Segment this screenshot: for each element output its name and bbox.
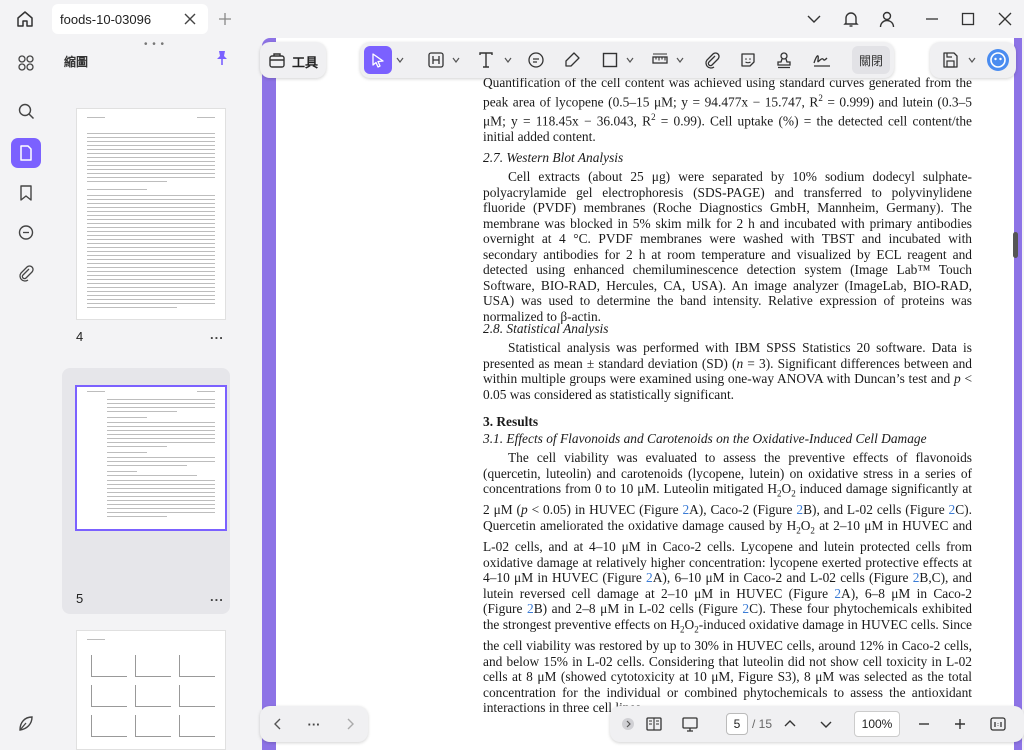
annotation-toolbar: 關閉 [360, 42, 894, 78]
presentation-icon[interactable] [676, 710, 704, 738]
thumbnails-icon[interactable] [11, 138, 41, 168]
stamp-icon[interactable] [770, 46, 798, 74]
ai-assistant-icon[interactable] [984, 46, 1012, 74]
new-tab-icon[interactable] [214, 8, 236, 30]
comment-bubble-icon[interactable] [522, 46, 550, 74]
zoom-in-icon[interactable] [946, 710, 974, 738]
close-toolbar-button[interactable]: 關閉 [852, 46, 890, 74]
chevron-down-icon[interactable] [676, 56, 684, 64]
actual-size-icon[interactable] [984, 710, 1012, 738]
chevron-down-icon[interactable] [396, 56, 404, 64]
thumbnail-page-number: 4 [76, 329, 84, 344]
paragraph-cell-viability: The cell viability was evaluated to asse… [483, 450, 972, 716]
previous-page-icon[interactable] [776, 710, 804, 738]
comment-icon[interactable] [11, 218, 41, 248]
toolbox-icon [268, 51, 286, 69]
thumbnail-more-button[interactable]: ... [210, 327, 224, 342]
rectangle-icon[interactable] [596, 46, 624, 74]
utility-pill [930, 42, 1016, 78]
vertical-scrollbar[interactable] [1013, 232, 1018, 258]
measure-icon[interactable] [646, 46, 674, 74]
document-frame: Quantification of the cell content was a… [262, 38, 1022, 750]
collapse-icon[interactable] [614, 710, 642, 738]
paragraph-statistical: Statistical analysis was performed with … [483, 340, 972, 402]
left-rail [0, 38, 52, 750]
thumbnail-page-number: 5 [76, 591, 84, 606]
page-number-input[interactable]: 5 [726, 713, 748, 735]
more-button[interactable]: ··· [300, 710, 328, 738]
maximize-icon[interactable] [955, 7, 981, 31]
text-box-icon[interactable] [422, 46, 450, 74]
minimize-icon[interactable] [919, 7, 945, 31]
tools-label: 工具 [292, 55, 319, 70]
tools-pill[interactable]: 工具 [260, 42, 326, 78]
page-thumbnail[interactable] [76, 630, 226, 750]
page-thumbnail-selected[interactable] [75, 385, 227, 531]
document-area: Quantification of the cell content was a… [254, 38, 1024, 750]
section-2-8-heading: 2.8. Statistical Analysis [483, 321, 609, 336]
forward-icon[interactable] [336, 710, 364, 738]
page-layout-icon[interactable] [640, 710, 668, 738]
panel-title: 縮圖 [64, 55, 89, 69]
history-pill: ··· [260, 706, 368, 742]
section-2-7-heading: 2.7. Western Blot Analysis [483, 150, 624, 165]
page-navigation-bar: 5 / 15 100% [610, 706, 1024, 742]
bookmark-icon[interactable] [11, 178, 41, 208]
pdf-page[interactable]: Quantification of the cell content was a… [276, 38, 1014, 750]
close-tab-icon[interactable] [182, 11, 198, 27]
section-3-heading: 3. Results [483, 414, 539, 429]
paragraph-cell-uptake: Quantification of the cell content was a… [483, 75, 973, 144]
chevron-down-icon[interactable] [452, 56, 460, 64]
chevron-down-icon[interactable] [626, 56, 634, 64]
feedback-icon[interactable] [11, 708, 41, 738]
section-3-1-heading: 3.1. Effects of Flavonoids and Carotenoi… [483, 431, 927, 446]
chevron-down-icon[interactable] [968, 56, 976, 64]
page-total: / 15 [752, 717, 773, 731]
highlighter-icon[interactable] [558, 46, 586, 74]
save-icon[interactable] [936, 46, 964, 74]
text-icon[interactable] [472, 46, 500, 74]
title-bar: foods-10-03096 [0, 0, 1024, 38]
attachment-icon[interactable] [698, 46, 726, 74]
thumbnail-more-button[interactable]: ... [210, 589, 224, 604]
next-page-icon[interactable] [812, 710, 840, 738]
apps-grid-icon[interactable] [11, 48, 41, 78]
zoom-out-icon[interactable] [910, 710, 938, 738]
document-tab[interactable]: foods-10-03096 [52, 4, 208, 34]
chevron-down-icon[interactable] [504, 56, 512, 64]
search-icon[interactable] [11, 96, 41, 126]
user-icon[interactable] [874, 7, 900, 31]
zoom-level[interactable]: 100% [854, 711, 900, 737]
page-thumbnail[interactable] [76, 108, 226, 320]
signature-icon[interactable] [808, 46, 836, 74]
resize-grip[interactable]: • • • [144, 39, 165, 50]
attachment-icon[interactable] [11, 258, 41, 288]
tab-title: foods-10-03096 [60, 11, 152, 27]
sticker-icon[interactable] [734, 46, 762, 74]
chevron-down-icon[interactable] [801, 7, 827, 31]
paragraph-western-blot: Cell extracts (about 25 μg) were separat… [483, 169, 972, 324]
select-pointer-icon[interactable] [364, 46, 392, 74]
bell-icon[interactable] [838, 7, 864, 31]
pin-icon[interactable] [214, 50, 232, 68]
thumbnail-panel: • • • 縮圖 4 ... 5 ... [52, 38, 254, 750]
home-icon[interactable] [12, 7, 38, 31]
back-icon[interactable] [264, 710, 292, 738]
close-window-icon[interactable] [992, 7, 1018, 31]
